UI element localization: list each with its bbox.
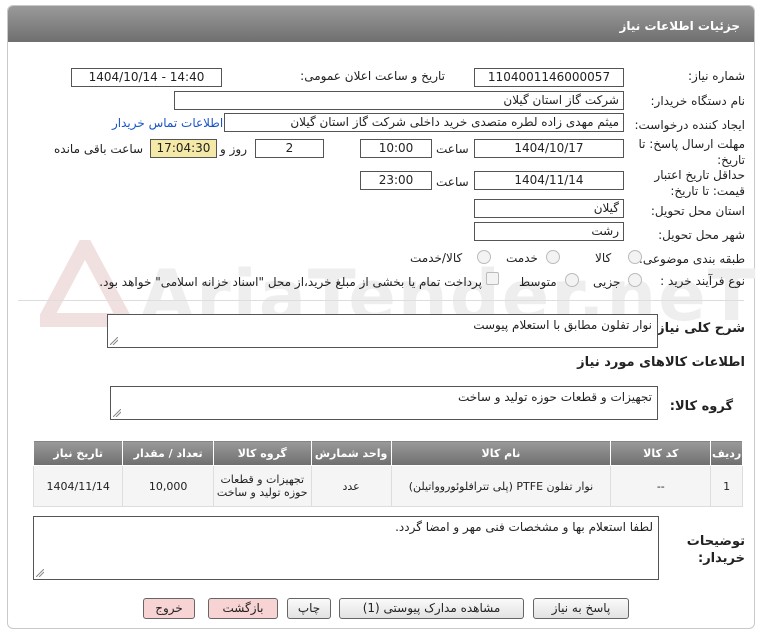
remaining-label: ساعت باقی مانده — [54, 142, 144, 156]
creator-field[interactable]: میثم مهدی زاده لطره متصدی خرید داخلی شرک… — [224, 113, 624, 132]
city-field[interactable]: رشت — [474, 222, 624, 241]
cell-unit: عدد — [310, 465, 392, 507]
goods-table: ردیف کد کالا نام کالا واحد شمارش گروه کا… — [32, 440, 743, 507]
exit-button[interactable]: خروج — [143, 598, 195, 619]
process-minor-radio[interactable] — [628, 273, 642, 287]
reply-date-field[interactable]: 1404/10/17 — [474, 139, 624, 158]
category-service-radio[interactable] — [546, 250, 560, 264]
process-medium-radio[interactable] — [565, 273, 579, 287]
category-both-label: کالا/خدمت — [410, 251, 463, 265]
buyer-field[interactable]: شرکت گاز استان گیلان — [174, 91, 624, 110]
table-header-row: ردیف کد کالا نام کالا واحد شمارش گروه کا… — [32, 440, 743, 466]
col-qty: تعداد / مقدار — [122, 440, 214, 466]
cell-code: -- — [610, 465, 712, 507]
notes-text: لطفا استعلام بها و مشخصات فنی مهر و امضا… — [395, 520, 653, 534]
resize-grip-icon[interactable] — [36, 569, 44, 577]
province-field[interactable]: گیلان — [474, 199, 624, 218]
category-goods-radio[interactable] — [628, 250, 642, 264]
table-row[interactable]: 1 -- نوار تفلون PTFE (پلی تترافلوئورووات… — [32, 465, 743, 507]
cell-group: تجهیزات و قطعات حوزه تولید و ساخت — [212, 465, 312, 507]
reply-time-label: ساعت — [436, 142, 469, 156]
resize-grip-icon[interactable] — [113, 409, 121, 417]
creator-label: ایجاد کننده درخواست: — [634, 118, 745, 132]
section-divider — [18, 300, 744, 301]
reply-time-field[interactable]: 10:00 — [360, 139, 432, 158]
cell-qty: 10,000 — [122, 465, 214, 507]
process-label: نوع فرآیند خرید : — [660, 274, 745, 288]
validity-label-line1: حداقل تاریخ اعتبار — [654, 168, 745, 182]
view-documents-button[interactable]: مشاهده مدارک پیوستی (1) — [339, 598, 524, 619]
contact-link[interactable]: اطلاعات تماس خریدار — [112, 116, 223, 130]
print-button[interactable]: چاپ — [287, 598, 331, 619]
category-label: طبقه بندی موضوعی: — [638, 252, 745, 266]
notes-label: توضیحات خریدار: — [687, 533, 745, 567]
cell-date: 1404/11/14 — [32, 465, 124, 507]
col-code: کد کالا — [610, 440, 712, 466]
need-number-field[interactable]: 1104001146000057 — [474, 68, 624, 87]
col-row: ردیف — [710, 440, 743, 466]
process-medium-label: متوسط — [519, 275, 557, 289]
reply-label-line2: تاریخ: — [717, 153, 745, 167]
category-service-label: خدمت — [506, 251, 538, 265]
city-label: شهر محل تحویل: — [658, 228, 745, 242]
cell-row: 1 — [710, 465, 743, 507]
remaining-time-field: 17:04:30 — [150, 139, 217, 158]
back-button[interactable]: بازگشت — [208, 598, 278, 619]
need-number-label: شماره نیاز: — [688, 69, 745, 83]
summary-label: شرح کلی نیاز: — [651, 321, 745, 336]
cell-name: نوار تفلون PTFE (پلی تترافلوئوروواتیلن) — [390, 465, 612, 507]
col-unit: واحد شمارش — [310, 440, 392, 466]
panel-header: جزئیات اطلاعات نیاز — [8, 6, 754, 42]
validity-time-label: ساعت — [436, 175, 469, 189]
col-name: نام کالا — [390, 440, 612, 466]
payment-note: پرداخت تمام یا بخشی از مبلغ خرید،از محل … — [99, 275, 482, 289]
notes-label-line1: توضیحات — [686, 534, 745, 549]
goods-group-text: تجهیزات و قطعات حوزه تولید و ساخت — [457, 390, 652, 404]
notes-label-line2: خریدار: — [698, 551, 745, 566]
validity-date-field[interactable]: 1404/11/14 — [474, 171, 624, 190]
goods-info-title: اطلاعات کالاهای مورد نیاز — [577, 355, 745, 370]
days-field[interactable]: 2 — [255, 139, 324, 158]
summary-textarea[interactable]: نوار تفلون مطابق با استعلام پیوست — [107, 314, 658, 348]
validity-label-line2: قیمت: تا تاریخ: — [670, 184, 745, 198]
resize-grip-icon[interactable] — [110, 337, 118, 345]
buyer-label: نام دستگاه خریدار: — [650, 94, 746, 108]
notes-textarea[interactable]: لطفا استعلام بها و مشخصات فنی مهر و امضا… — [33, 516, 659, 580]
announce-label: تاریخ و ساعت اعلان عمومی: — [300, 69, 445, 83]
payment-checkbox[interactable] — [486, 272, 499, 285]
announce-field[interactable]: 1404/10/14 - 14:40 — [71, 68, 222, 87]
col-date: تاریخ نیاز — [32, 440, 124, 466]
province-label: استان محل تحویل: — [650, 204, 745, 218]
reply-label-line1: مهلت ارسال پاسخ: تا — [638, 137, 745, 151]
category-both-radio[interactable] — [477, 250, 491, 264]
goods-group-label: گروه کالا: — [669, 399, 733, 414]
summary-text: نوار تفلون مطابق با استعلام پیوست — [473, 318, 652, 332]
validity-time-field[interactable]: 23:00 — [360, 171, 432, 190]
reply-button[interactable]: پاسخ به نیاز — [533, 598, 629, 619]
reply-deadline-label: مهلت ارسال پاسخ: تا تاریخ: — [638, 136, 745, 168]
days-label: روز و — [220, 142, 247, 156]
validity-label: حداقل تاریخ اعتبار قیمت: تا تاریخ: — [654, 167, 745, 199]
category-goods-label: کالا — [595, 251, 612, 265]
col-group: گروه کالا — [212, 440, 312, 466]
process-minor-label: جزیی — [593, 275, 621, 289]
goods-group-textarea[interactable]: تجهیزات و قطعات حوزه تولید و ساخت — [110, 386, 658, 420]
